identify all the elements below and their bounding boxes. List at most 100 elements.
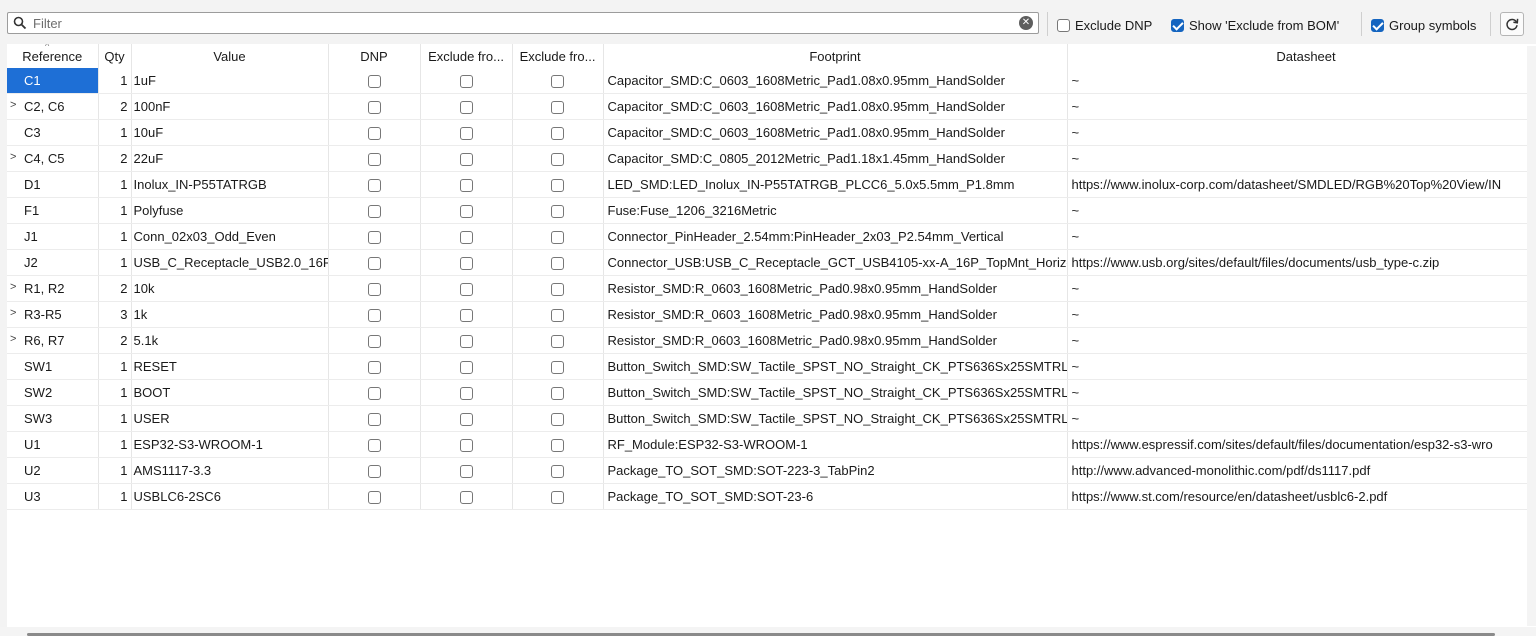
cell-dnp-checkbox[interactable]	[328, 145, 421, 172]
exclude-from-2-checkbox[interactable]	[551, 179, 564, 193]
table-row[interactable]: U3 1 USBLC6-2SC6 Package_TO_SOT_SMD:SOT-23-…	[7, 483, 1536, 510]
exclude-from-1-checkbox[interactable]	[459, 75, 473, 89]
col-header-reference[interactable]: ^ Reference	[7, 44, 99, 68]
cell-exclude-from-1-checkbox[interactable]	[420, 431, 513, 458]
cell-qty[interactable]: 1	[98, 353, 132, 380]
cell-reference[interactable]: > R3-R5	[7, 301, 99, 328]
expand-group-icon[interactable]: >	[10, 99, 16, 111]
exclude-from-1-checkbox[interactable]	[459, 335, 473, 349]
exclude-from-2-checkbox[interactable]	[551, 283, 564, 297]
cell-footprint[interactable]: Fuse:Fuse_1206_3216Metric	[603, 197, 1068, 224]
col-header-exclude-from-2[interactable]: Exclude fro...	[512, 44, 604, 68]
cell-qty[interactable]: 3	[98, 301, 132, 328]
cell-dnp-checkbox[interactable]	[328, 197, 421, 224]
exclude-from-2-checkbox[interactable]	[551, 231, 564, 245]
exclude-from-2-checkbox[interactable]	[551, 335, 564, 349]
dnp-checkbox[interactable]	[367, 101, 381, 115]
cell-qty[interactable]: 1	[98, 223, 132, 250]
table-row[interactable]: SW2 1 BOOT Button_Switch_SMD:SW_Tactile_SPS…	[7, 379, 1536, 406]
cell-reference[interactable]: SW1	[7, 353, 99, 380]
table-row[interactable]: SW3 1 USER Button_Switch_SMD:SW_Tactile_SPS…	[7, 405, 1536, 432]
cell-datasheet[interactable]: ~	[1067, 379, 1536, 406]
dnp-checkbox[interactable]	[367, 153, 381, 167]
cell-value[interactable]: AMS1117-3.3	[131, 457, 329, 484]
cell-exclude-from-1-checkbox[interactable]	[420, 301, 513, 328]
exclude-from-2-checkbox[interactable]	[551, 127, 564, 141]
table-row[interactable]: > C2, C6 2 100nF Capacitor_SMD:C_0603_1608Me…	[7, 93, 1536, 120]
cell-exclude-from-1-checkbox[interactable]	[420, 379, 513, 406]
cell-datasheet[interactable]: ~	[1067, 119, 1536, 146]
cell-footprint[interactable]: Capacitor_SMD:C_0603_1608Metric_Pad1.08x…	[603, 93, 1068, 120]
exclude-from-1-checkbox[interactable]	[459, 465, 473, 479]
cell-reference[interactable]: U1	[7, 431, 99, 458]
exclude-from-2-checkbox[interactable]	[551, 439, 564, 453]
cell-exclude-from-2-checkbox[interactable]	[512, 197, 604, 224]
cell-exclude-from-2-checkbox[interactable]	[512, 353, 604, 380]
cell-qty[interactable]: 1	[98, 431, 132, 458]
cell-exclude-from-2-checkbox[interactable]	[512, 483, 604, 510]
cell-qty[interactable]: 1	[98, 119, 132, 146]
cell-datasheet[interactable]: ~	[1067, 197, 1536, 224]
cell-dnp-checkbox[interactable]	[328, 93, 421, 120]
exclude-from-1-checkbox[interactable]	[459, 231, 473, 245]
cell-exclude-from-1-checkbox[interactable]	[420, 93, 513, 120]
dnp-checkbox[interactable]	[367, 257, 381, 271]
cell-exclude-from-2-checkbox[interactable]	[512, 379, 604, 406]
cell-footprint[interactable]: Capacitor_SMD:C_0603_1608Metric_Pad1.08x…	[603, 119, 1068, 146]
dnp-checkbox[interactable]	[367, 75, 381, 89]
dnp-checkbox[interactable]	[367, 127, 381, 141]
cell-qty[interactable]: 1	[98, 483, 132, 510]
cell-reference[interactable]: SW2	[7, 379, 99, 406]
cell-dnp-checkbox[interactable]	[328, 171, 421, 198]
table-row[interactable]: J2 1 USB_C_Receptacle_USB2.0_16P Connector_…	[7, 249, 1536, 276]
cell-exclude-from-1-checkbox[interactable]	[420, 327, 513, 354]
table-row[interactable]: D1 1 Inolux_IN-P55TATRGB LED_SMD:LED_Inolux…	[7, 171, 1536, 198]
cell-reference[interactable]: F1	[7, 197, 99, 224]
cell-datasheet[interactable]: ~	[1067, 327, 1536, 354]
cell-value[interactable]: BOOT	[131, 379, 329, 406]
cell-qty[interactable]: 1	[98, 197, 132, 224]
col-header-exclude-from-1[interactable]: Exclude fro...	[420, 44, 513, 68]
cell-qty[interactable]: 1	[98, 405, 132, 432]
cell-datasheet[interactable]: ~	[1067, 223, 1536, 250]
cell-value[interactable]: 5.1k	[131, 327, 329, 354]
cell-qty[interactable]: 1	[98, 171, 132, 198]
show-exclude-bom-checkbox[interactable]: Show 'Exclude from BOM'	[1171, 16, 1339, 34]
col-header-footprint[interactable]: Footprint	[603, 44, 1068, 68]
exclude-from-2-checkbox[interactable]	[551, 491, 564, 505]
cell-exclude-from-1-checkbox[interactable]	[420, 353, 513, 380]
group-symbols-checkbox[interactable]: Group symbols	[1371, 16, 1476, 34]
cell-dnp-checkbox[interactable]	[328, 275, 421, 302]
cell-footprint[interactable]: Resistor_SMD:R_0603_1608Metric_Pad0.98x0…	[603, 275, 1068, 302]
show-exclude-bom-box[interactable]	[1171, 18, 1184, 32]
cell-exclude-from-1-checkbox[interactable]	[420, 145, 513, 172]
cell-datasheet[interactable]: https://www.usb.org/sites/default/files/…	[1067, 249, 1536, 276]
cell-value[interactable]: 10k	[131, 275, 329, 302]
cell-footprint[interactable]: LED_SMD:LED_Inolux_IN-P55TATRGB_PLCC6_5.…	[603, 171, 1068, 198]
cell-exclude-from-2-checkbox[interactable]	[512, 249, 604, 276]
exclude-from-1-checkbox[interactable]	[459, 179, 473, 193]
exclude-from-1-checkbox[interactable]	[459, 413, 473, 427]
table-row[interactable]: C3 1 10uF Capacitor_SMD:C_0603_1608Metric_P…	[7, 119, 1536, 146]
cell-dnp-checkbox[interactable]	[328, 301, 421, 328]
cell-datasheet[interactable]: ~	[1067, 68, 1536, 94]
cell-datasheet[interactable]: https://www.espressif.com/sites/default/…	[1067, 431, 1536, 458]
cell-reference[interactable]: > R1, R2	[7, 275, 99, 302]
cell-value[interactable]: USB_C_Receptacle_USB2.0_16P	[131, 249, 329, 276]
cell-dnp-checkbox[interactable]	[328, 353, 421, 380]
cell-datasheet[interactable]: ~	[1067, 405, 1536, 432]
cell-exclude-from-1-checkbox[interactable]	[420, 119, 513, 146]
exclude-from-2-checkbox[interactable]	[551, 387, 564, 401]
table-row[interactable]: > C4, C5 2 22uF Capacitor_SMD:C_0805_2012Met…	[7, 145, 1536, 172]
cell-dnp-checkbox[interactable]	[328, 483, 421, 510]
cell-dnp-checkbox[interactable]	[328, 457, 421, 484]
expand-group-icon[interactable]: >	[10, 151, 16, 163]
cell-exclude-from-2-checkbox[interactable]	[512, 405, 604, 432]
cell-exclude-from-1-checkbox[interactable]	[420, 249, 513, 276]
cell-exclude-from-2-checkbox[interactable]	[512, 327, 604, 354]
dnp-checkbox[interactable]	[367, 309, 381, 323]
cell-value[interactable]: 22uF	[131, 145, 329, 172]
cell-value[interactable]: Conn_02x03_Odd_Even	[131, 223, 329, 250]
dnp-checkbox[interactable]	[367, 387, 381, 401]
cell-footprint[interactable]: Connector_USB:USB_C_Receptacle_GCT_USB41…	[603, 249, 1068, 276]
